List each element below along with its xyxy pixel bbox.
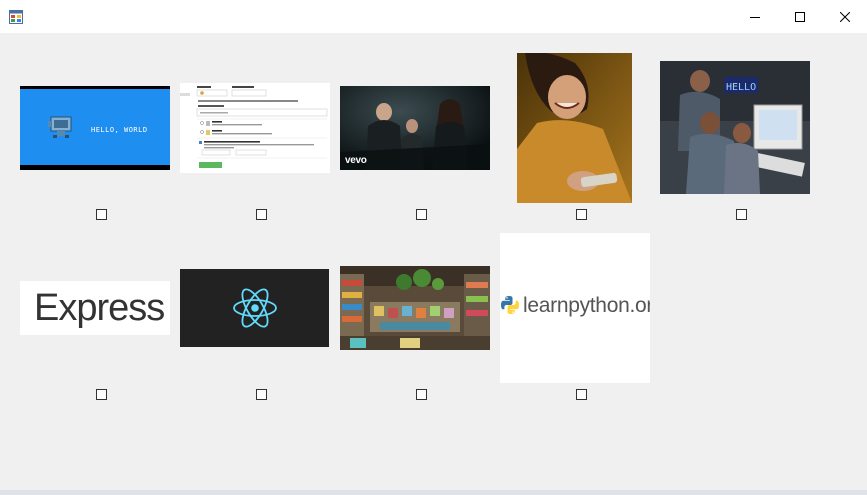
minimize-icon bbox=[750, 16, 760, 18]
form-screenshot-tile[interactable] bbox=[180, 83, 330, 173]
close-icon bbox=[840, 11, 850, 22]
taskbar-edge bbox=[0, 490, 867, 495]
maximize-button[interactable] bbox=[777, 0, 823, 33]
person-laughing-tile[interactable] bbox=[517, 53, 632, 203]
checkbox-programmers[interactable] bbox=[736, 209, 747, 220]
react-logo-icon bbox=[233, 288, 277, 328]
python-logo-icon bbox=[501, 296, 519, 314]
title-bar bbox=[0, 0, 867, 33]
checkbox-learnpython[interactable] bbox=[576, 389, 587, 400]
express-logo: Express bbox=[34, 287, 165, 329]
hello-world-tile[interactable]: HELLO, WORLD bbox=[20, 86, 170, 170]
checkbox-music-video[interactable] bbox=[416, 209, 427, 220]
minimize-button[interactable] bbox=[732, 0, 778, 33]
programmers-tile[interactable]: HELLO bbox=[660, 61, 810, 194]
music-video-tile[interactable]: vevo bbox=[340, 86, 490, 170]
svg-text:HELLO: HELLO bbox=[726, 82, 756, 93]
checkbox-shop[interactable] bbox=[416, 389, 427, 400]
shop-tile[interactable] bbox=[340, 266, 490, 350]
shop-interior-image bbox=[340, 266, 490, 350]
vevo-logo: vevo bbox=[345, 155, 367, 166]
learnpython-tile[interactable]: learnpython.org bbox=[500, 233, 650, 383]
robot-icon bbox=[48, 116, 72, 138]
hello-world-text: HELLO, WORLD bbox=[91, 126, 148, 134]
react-tile[interactable] bbox=[180, 269, 329, 347]
form-screenshot-image bbox=[180, 83, 330, 173]
programmers-image: HELLO bbox=[660, 61, 810, 194]
maximize-icon bbox=[795, 11, 805, 22]
checkbox-express[interactable] bbox=[96, 389, 107, 400]
checkbox-form-screenshot[interactable] bbox=[256, 209, 267, 220]
form-icon[interactable] bbox=[9, 10, 23, 24]
checkbox-hello-world[interactable] bbox=[96, 209, 107, 220]
learnpython-logo: learnpython.org bbox=[523, 294, 650, 317]
checkbox-react[interactable] bbox=[256, 389, 267, 400]
close-button[interactable] bbox=[822, 0, 867, 33]
checkbox-person-laughing[interactable] bbox=[576, 209, 587, 220]
person-laughing-image bbox=[517, 53, 632, 203]
express-tile[interactable]: Express bbox=[20, 281, 170, 335]
